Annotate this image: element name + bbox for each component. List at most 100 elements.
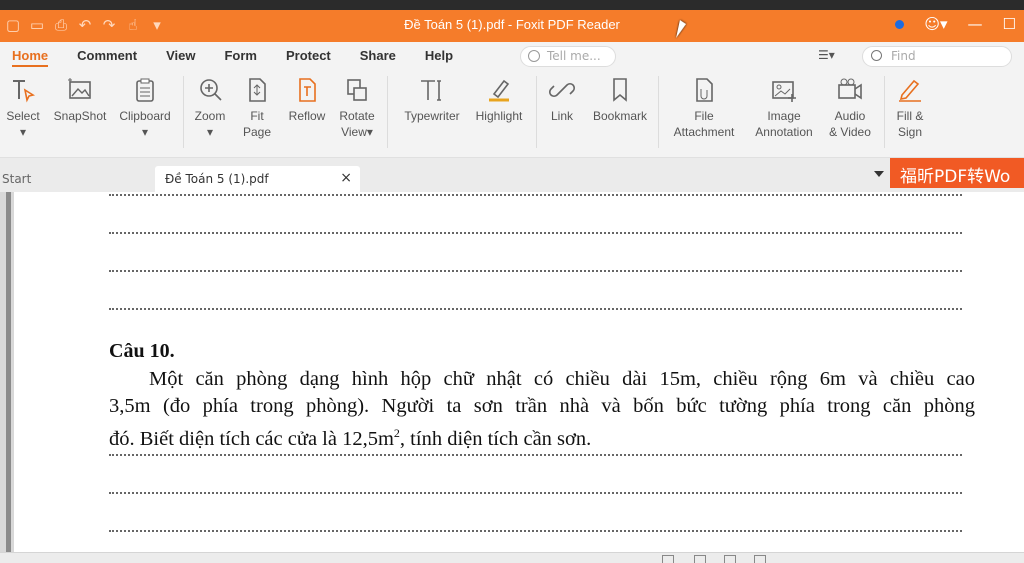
facing-view-icon[interactable]	[724, 555, 736, 563]
image-annotation-icon	[772, 81, 796, 102]
question-line-3: đó. Biết diện tích các cửa là 12,5m2, tí…	[109, 426, 592, 450]
annotation-label: Annotation	[755, 125, 813, 139]
question-line-2: 3,5m (đo phía trong phòng). Người ta sơn…	[109, 395, 975, 417]
fit-page-button[interactable]: Fit Page	[236, 76, 278, 140]
answer-line	[109, 454, 962, 456]
rotate-view-button[interactable]: Rotate View▾	[334, 76, 380, 140]
find-placeholder: Find	[891, 49, 916, 63]
tab-document-label: Đề Toán 5 (1).pdf	[165, 172, 269, 186]
attachment-label: Attachment	[673, 125, 735, 139]
answer-line	[109, 194, 962, 196]
close-tab-icon[interactable]: ×	[340, 170, 352, 186]
answer-line	[109, 232, 962, 234]
minimize-button[interactable]: —	[968, 15, 983, 33]
fit-label: Fit	[250, 109, 264, 123]
answer-line	[109, 492, 962, 494]
page-border-shadow	[6, 192, 11, 552]
promo-banner[interactable]: 福昕PDF转Wo	[890, 158, 1024, 188]
ribbon-separator	[658, 76, 659, 148]
reflow-icon	[299, 78, 316, 102]
ribbon-separator	[387, 76, 388, 148]
typewriter-button[interactable]: Typewriter	[398, 76, 466, 124]
ribbon-separator	[536, 76, 537, 148]
link-icon	[548, 82, 576, 98]
snapshot-button[interactable]: SnapShot	[50, 76, 110, 124]
snapshot-icon	[68, 78, 91, 99]
clipboard-dropdown-icon: ▾	[141, 125, 149, 139]
tell-me-input[interactable]: Tell me...	[520, 46, 616, 67]
clipboard-icon	[136, 78, 154, 102]
single-page-view-icon[interactable]	[662, 555, 674, 563]
window-title: Đề Toán 5 (1).pdf - Foxit PDF Reader	[404, 17, 620, 32]
fill-sign-button[interactable]: Fill & Sign	[892, 76, 928, 140]
typewriter-icon	[421, 80, 441, 101]
tell-me-placeholder: Tell me...	[547, 49, 601, 63]
typewriter-label: Typewriter	[404, 109, 460, 123]
document-tab-bar: Start Đề Toán 5 (1).pdf × 福昕PDF转Wo	[0, 158, 1024, 192]
answer-line	[109, 530, 962, 532]
select-text-icon	[13, 80, 36, 103]
question-heading: Câu 10.	[109, 340, 175, 362]
title-bar: ▢ ▭ ⎙ ↶ ↷ ☝ ▾ Đề Toán 5 (1).pdf - Foxit …	[0, 10, 1024, 42]
top-strip	[0, 0, 1024, 10]
select-label: Select	[6, 109, 40, 123]
menu-form[interactable]: Form	[224, 48, 257, 67]
file-label: File	[694, 109, 714, 123]
tab-start[interactable]: Start	[0, 168, 150, 192]
image-label: Image	[767, 109, 801, 123]
zoom-label: Zoom	[194, 109, 226, 123]
clipboard-label: Clipboard	[119, 109, 171, 123]
pdf-page: Câu 10. Một căn phòng dạng hình hộp chữ …	[14, 192, 1024, 552]
snapshot-label: SnapShot	[53, 109, 107, 123]
menu-view[interactable]: View	[166, 48, 195, 67]
search-icon	[871, 50, 882, 61]
ribbon-separator	[884, 76, 885, 148]
menu-protect[interactable]: Protect	[286, 48, 331, 67]
clipboard-button[interactable]: Clipboard ▾	[117, 76, 173, 140]
highlight-icon	[489, 79, 510, 102]
tab-document[interactable]: Đề Toán 5 (1).pdf ×	[155, 166, 360, 192]
rotate-label: Rotate	[339, 109, 375, 123]
zoom-dropdown-icon: ▾	[206, 125, 214, 139]
file-attachment-button[interactable]: File Attachment	[666, 76, 742, 140]
ribbon-toolbar: Select ▾ SnapShot Clipboard ▾ Zoom ▾ Fit…	[0, 70, 1024, 158]
answer-line	[109, 308, 962, 310]
continuous-view-icon[interactable]	[694, 555, 706, 563]
left-panel-edge	[0, 192, 14, 552]
rotate-view-label: View▾	[341, 125, 373, 139]
maximize-button[interactable]: ☐	[1003, 15, 1016, 33]
menu-comment[interactable]: Comment	[77, 48, 137, 67]
notification-dot-icon	[895, 19, 905, 29]
bookmark-button[interactable]: Bookmark	[588, 76, 652, 124]
highlight-button[interactable]: Highlight	[472, 76, 526, 124]
account-icon[interactable]: ☺▾	[924, 15, 947, 33]
link-button[interactable]: Link	[545, 76, 579, 124]
fill-label: Fill &	[896, 109, 924, 123]
reflow-label: Reflow	[288, 109, 326, 123]
audio-video-button[interactable]: Audio & Video	[824, 76, 876, 140]
view-mode-dropdown-icon[interactable]: ☰▾	[818, 48, 835, 62]
rotate-view-icon	[347, 79, 367, 101]
video-camera-icon	[838, 78, 862, 100]
menu-help[interactable]: Help	[425, 48, 453, 67]
tab-list-dropdown-icon[interactable]	[874, 171, 884, 177]
find-input[interactable]: Find	[862, 46, 1012, 67]
menu-home[interactable]: Home	[12, 48, 49, 67]
sign-label: Sign	[897, 125, 923, 139]
highlight-label: Highlight	[475, 109, 523, 123]
lightbulb-icon	[528, 50, 540, 62]
zoom-button[interactable]: Zoom ▾	[190, 76, 230, 140]
video-label: & Video	[829, 125, 871, 139]
image-annotation-button[interactable]: Image Annotation	[748, 76, 820, 140]
menu-tabs: Home Comment View Form Protect Share Hel…	[12, 48, 453, 67]
bookmark-label: Bookmark	[592, 109, 648, 123]
question-body: Một căn phòng dạng hình hộp chữ nhật có …	[109, 366, 975, 453]
menu-bar: Home Comment View Form Protect Share Hel…	[0, 42, 1024, 70]
menu-share[interactable]: Share	[360, 48, 396, 67]
select-tool-button[interactable]: Select ▾	[4, 76, 42, 140]
select-dropdown-icon: ▾	[19, 125, 27, 139]
fit-page-label: Page	[242, 125, 272, 139]
reflow-button[interactable]: Reflow	[286, 76, 328, 124]
continuous-facing-view-icon[interactable]	[754, 555, 766, 563]
ribbon-separator	[183, 76, 184, 148]
